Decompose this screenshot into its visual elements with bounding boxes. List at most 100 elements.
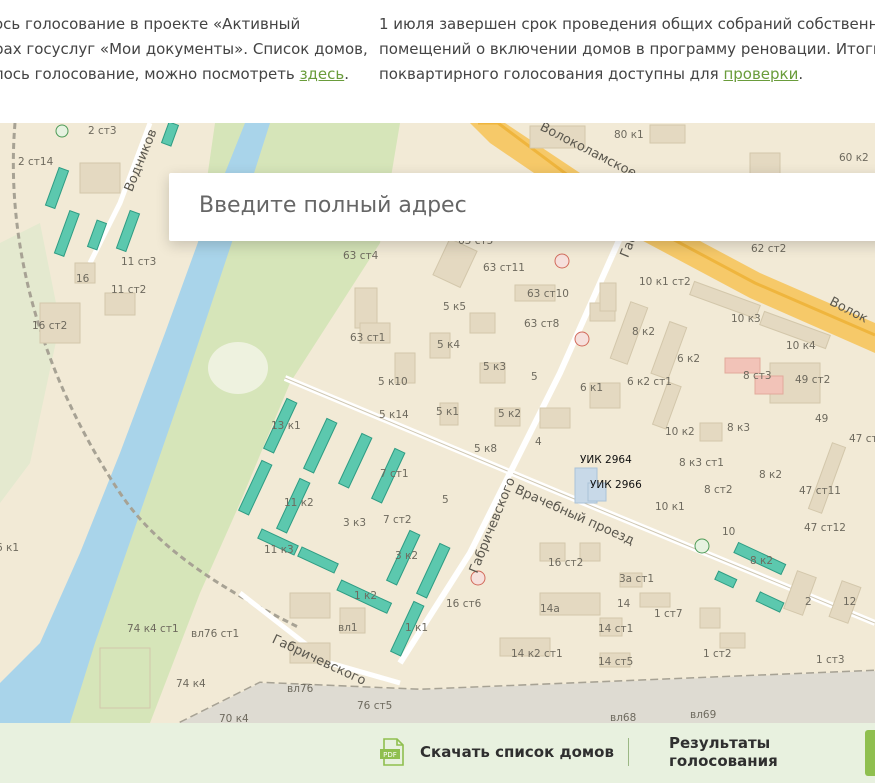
renovation-map[interactable]: Водников Волоколамское Волок Габричевско… <box>0 123 875 723</box>
building-label: 16 ст6 <box>446 598 482 610</box>
building-label: вл68 <box>610 712 637 723</box>
voting-results-button[interactable]: Результаты голосования <box>669 734 875 770</box>
building-label: 16 ст2 <box>548 557 584 569</box>
building-label: 8 ст2 <box>704 484 733 496</box>
building-label: 5 <box>531 371 538 383</box>
building-label: 8 к2 <box>759 469 783 481</box>
building-label: 7 ст1 <box>380 468 409 480</box>
building-label: 5 <box>442 494 449 506</box>
building-label: 74 к4 <box>176 678 206 690</box>
building-label: вл76 <box>287 683 314 695</box>
intro-left-column: ось голосование в проекте «Активный рах … <box>0 12 368 87</box>
building-label: 1 ст2 <box>703 648 732 660</box>
building-label: 6 к2 ст1 <box>627 376 672 388</box>
building-label: 4 <box>535 436 542 448</box>
building-label: 62 ст2 <box>751 243 787 255</box>
polling-station-label[interactable]: УИК 2964 <box>580 454 632 466</box>
building-label: 14 <box>617 598 631 610</box>
building-label: 10 к4 <box>786 340 816 352</box>
polling-station-label[interactable]: УИК 2966 <box>590 479 642 491</box>
building-label: 63 ст8 <box>524 318 560 330</box>
building-label: 8 ст3 <box>743 370 772 382</box>
building-label: 11 ст3 <box>121 256 157 268</box>
building-label: 11 ст2 <box>111 284 147 296</box>
building-label: 14 ст5 <box>598 656 634 668</box>
meadow <box>208 342 268 394</box>
building-label: 47 ст12 <box>804 522 846 534</box>
building-label: 13 к1 <box>271 420 301 432</box>
building-label: 10 к1 <box>655 501 685 513</box>
bottom-action-bar: PDF Скачать список домов Результаты голо… <box>0 723 875 783</box>
building-label: 5 к1 <box>436 406 460 418</box>
results-button-label: Результаты голосования <box>669 734 778 770</box>
building-label: 6 к1 <box>580 382 604 394</box>
address-search-input[interactable] <box>199 193 839 218</box>
building-label: 6 к1 <box>0 542 20 554</box>
building-label: 11 к3 <box>264 544 294 556</box>
building-label: 3а ст1 <box>619 573 655 585</box>
building-label: 47 ст11 <box>799 485 841 497</box>
building-label: 1 ст7 <box>654 608 683 620</box>
building-label: вл1 <box>338 622 358 634</box>
building-label: 14 ст1 <box>598 623 634 635</box>
building-label: 5 к5 <box>443 301 467 313</box>
footer-divider <box>628 738 629 766</box>
download-button-label: Скачать список домов <box>420 743 614 761</box>
building-label: 8 к3 ст1 <box>679 457 724 469</box>
building-label: 76 ст5 <box>357 700 393 712</box>
building-label: 2 ст3 <box>88 125 117 137</box>
building-label: 11 к2 <box>284 497 314 509</box>
action-button-edge[interactable] <box>865 730 875 776</box>
building-label: 5 к14 <box>379 409 409 421</box>
building-label: 14 к2 ст1 <box>511 648 563 660</box>
building-label: 7 ст2 <box>383 514 412 526</box>
building-label: 5 к10 <box>378 376 408 388</box>
building-label: 1 к1 <box>405 622 429 634</box>
building-label: 10 к2 <box>665 426 695 438</box>
building-label: 14а <box>540 603 560 615</box>
building-label: 8 к2 <box>750 555 774 567</box>
building-label: 5 к2 <box>498 408 522 420</box>
building-label: 3 к3 <box>343 517 367 529</box>
building-label: 60 к2 <box>839 152 869 164</box>
building-label: 12 <box>843 596 857 608</box>
building-label: 10 к1 ст2 <box>639 276 691 288</box>
intro-left-line: рах госуслуг «Мои документы». Список дом… <box>0 40 368 58</box>
intro-right-line: поквартирного голосования доступны для п… <box>379 62 875 87</box>
building-label: 47 ст <box>849 433 875 445</box>
intro-right-line: 1 июля завершен срок проведения общих со… <box>379 15 875 33</box>
building-label: 1 ст3 <box>816 654 845 666</box>
building-label: 63 ст4 <box>343 250 379 262</box>
building-label: 1 к2 <box>354 590 378 602</box>
intro-right-column: 1 июля завершен срок проведения общих со… <box>379 12 875 87</box>
intro-left-line: лось голосование, можно посмотреть здесь… <box>0 62 354 87</box>
houses-list-link[interactable]: здесь <box>300 65 345 83</box>
check-results-link[interactable]: проверки <box>723 65 798 83</box>
intro-text-block: ось голосование в проекте «Активный рах … <box>0 0 875 123</box>
building-label: 2 ст14 <box>18 156 54 168</box>
building-label: 5 к3 <box>483 361 507 373</box>
building-label: 5 к8 <box>474 443 498 455</box>
pdf-file-icon: PDF <box>380 738 404 766</box>
building-label: 63 ст1 <box>350 332 386 344</box>
building-label: 16 <box>76 273 90 285</box>
download-houses-list-button[interactable]: PDF Скачать список домов <box>380 737 614 767</box>
building-label: 80 к1 <box>614 129 644 141</box>
building-label: 5 к4 <box>437 339 461 351</box>
building-label: 74 к4 ст1 <box>127 623 179 635</box>
building-label: 63 ст11 <box>483 262 525 274</box>
address-search-box[interactable] <box>169 173 875 241</box>
building-label: 49 ст2 <box>795 374 831 386</box>
building-label: 10 к3 <box>731 313 761 325</box>
building-label: 10 <box>722 526 736 538</box>
building-label: вл76 ст1 <box>191 628 240 640</box>
building-label: 2 <box>805 596 812 608</box>
building-label: 70 к4 <box>219 713 249 723</box>
building-label: 63 ст10 <box>527 288 569 300</box>
intro-right-line-text: поквартирного голосования доступны для <box>379 65 719 83</box>
intro-right-period: . <box>798 65 804 83</box>
building-label: 6 к2 <box>677 353 701 365</box>
intro-left-line: ось голосование в проекте «Активный <box>0 15 301 33</box>
intro-left-line-text: лось голосование, можно посмотреть <box>0 65 295 83</box>
building-label: 16 ст2 <box>32 320 68 332</box>
